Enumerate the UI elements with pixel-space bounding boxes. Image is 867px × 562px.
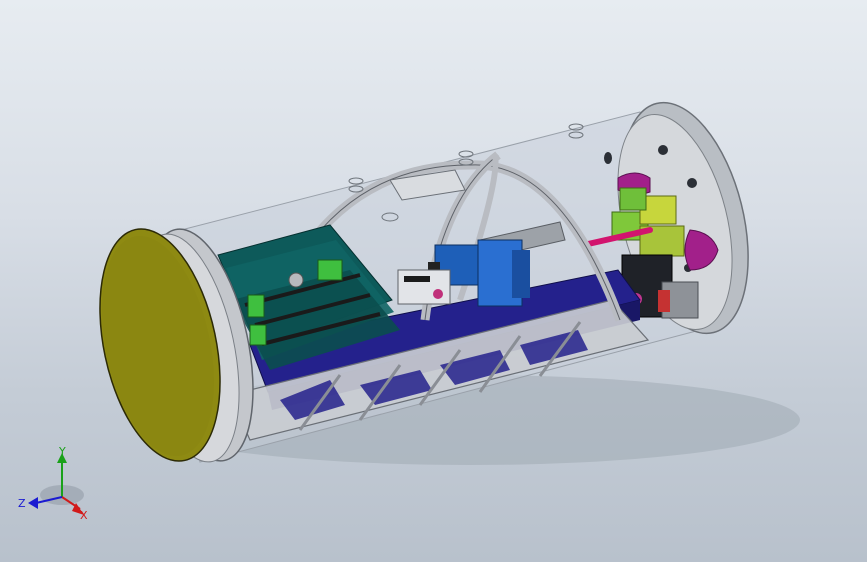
axis-triad[interactable]: Y X Z bbox=[14, 445, 104, 525]
cylinder-robot-assembly[interactable] bbox=[0, 0, 867, 562]
breakout-board[interactable] bbox=[397, 269, 451, 305]
cad-viewport[interactable]: Y X Z bbox=[0, 0, 867, 562]
y-axis-label: Y bbox=[58, 445, 66, 458]
z-axis-arrow-icon bbox=[28, 497, 38, 509]
z-axis-label: Z bbox=[18, 497, 26, 510]
x-axis-label: X bbox=[80, 509, 88, 522]
